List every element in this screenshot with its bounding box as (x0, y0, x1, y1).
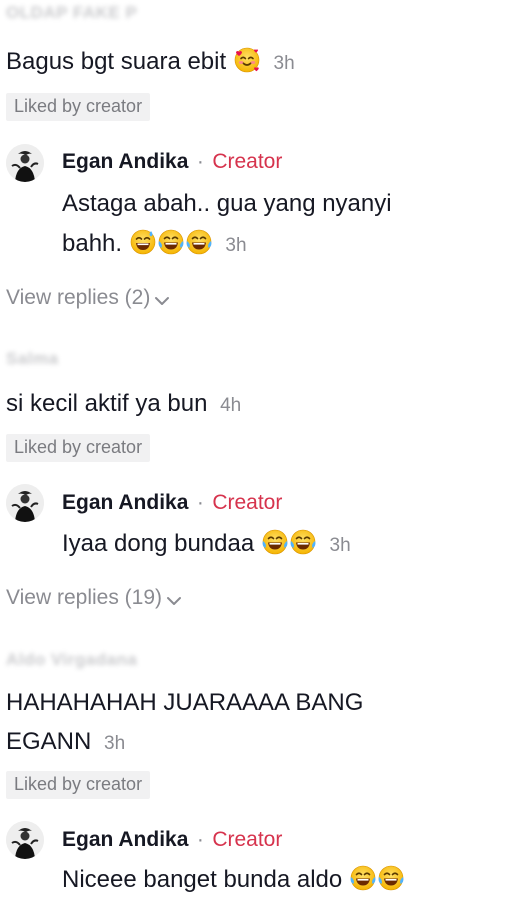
comment-text-body: EGANN (6, 728, 92, 755)
reply-author-name[interactable]: Egan Andika (62, 491, 188, 514)
tears-of-joy-emoji (349, 864, 377, 892)
tears-of-joy-emoji (289, 528, 317, 556)
tears-of-joy-emoji (157, 228, 185, 256)
reply-text-body: Iyaa dong bundaa (62, 530, 255, 557)
avatar-image (6, 821, 44, 859)
separator-dot: · (196, 491, 204, 514)
avatar-image (6, 144, 44, 182)
comment-time: 4h (220, 395, 242, 416)
comment-text: si kecil aktif ya bun 4h (6, 384, 241, 426)
smiling-face-with-hearts-emoji (233, 46, 261, 74)
reply-header: Egan Andika · Creator (62, 150, 282, 174)
reply-text-line: bahh. 3h (62, 224, 247, 266)
comment-username[interactable]: Salma (6, 349, 59, 369)
reply-time: 3h (329, 535, 351, 556)
grinning-sweat-emoji (129, 228, 157, 256)
creator-badge: Creator (212, 150, 283, 173)
avatar[interactable] (6, 821, 44, 859)
tears-of-joy-emoji (377, 864, 405, 892)
creator-badge: Creator (212, 491, 283, 514)
reply-text-line: Niceee banget bunda aldo (62, 860, 405, 900)
reply-header: Egan Andika · Creator (62, 828, 282, 852)
comment-text-line: EGANN 3h (6, 722, 125, 764)
chevron-down-icon (154, 296, 170, 306)
comment-username[interactable]: OLDAP FAKE P (6, 3, 137, 23)
reply-header: Egan Andika · Creator (62, 491, 282, 515)
comment-text-line: HAHAHAHAH JUARAAAA BANG (6, 689, 364, 716)
comment-text-body: Bagus bgt suara ebit (6, 48, 227, 75)
chevron-down-icon (166, 596, 182, 606)
view-replies-button[interactable]: View replies (2) (6, 286, 170, 310)
liked-by-creator-badge: Liked by creator (6, 771, 151, 799)
reply-author-name[interactable]: Egan Andika (62, 828, 188, 851)
view-replies-label: View replies (19) (6, 586, 163, 609)
comment-text: Bagus bgt suara ebit 3h (6, 42, 295, 84)
reply-author-name[interactable]: Egan Andika (62, 150, 188, 173)
creator-badge: Creator (212, 828, 283, 851)
avatar[interactable] (6, 484, 44, 522)
reply-text-line: Iyaa dong bundaa 3h (62, 524, 351, 566)
comment-username[interactable]: Aldo Virgadana (6, 650, 137, 670)
reply-text-line: Astaga abah.. gua yang nyanyi (62, 190, 392, 217)
liked-by-creator-badge: Liked by creator (6, 93, 151, 121)
view-replies-label: View replies (2) (6, 286, 151, 309)
reply-text-body: bahh. (62, 230, 123, 257)
liked-by-creator-badge: Liked by creator (6, 434, 151, 462)
reply-text-body: Niceee banget bunda aldo (62, 866, 343, 893)
comment-text-body: si kecil aktif ya bun (6, 390, 208, 417)
tears-of-joy-emoji (185, 228, 213, 256)
separator-dot: · (196, 828, 204, 851)
tears-of-joy-emoji (261, 528, 289, 556)
comment-time: 3h (104, 733, 126, 754)
comment-time: 3h (273, 53, 295, 74)
separator-dot: · (196, 150, 204, 173)
reply-time: 3h (225, 235, 247, 256)
avatar-image (6, 484, 44, 522)
view-replies-button[interactable]: View replies (19) (6, 586, 182, 610)
avatar[interactable] (6, 144, 44, 182)
